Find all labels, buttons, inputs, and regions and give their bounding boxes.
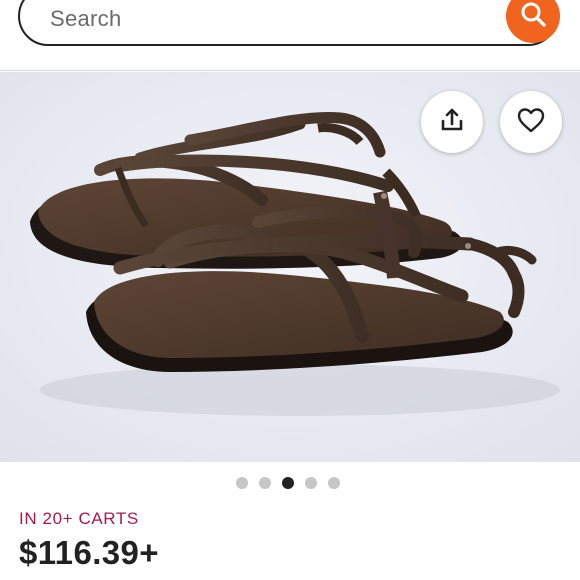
cart-count-badge: IN 20+ CARTS [19,509,139,528]
heart-icon [516,106,546,139]
share-button[interactable] [421,91,483,153]
carousel-dot-2[interactable] [259,477,271,489]
header-divider [0,70,580,71]
search-input[interactable]: Search [18,0,558,46]
product-image[interactable] [0,72,580,462]
carousel-dot-1[interactable] [236,477,248,489]
search-bar-container: Search [18,0,564,52]
carousel-dot-4[interactable] [305,477,317,489]
product-price: $116.39+ [19,534,159,571]
favorite-button[interactable] [500,91,562,153]
share-icon [439,107,465,138]
sandals-illustration [0,72,580,462]
carousel-dot-3-active[interactable] [282,477,294,489]
image-carousel-indicator [236,477,340,489]
carousel-dot-5[interactable] [328,477,340,489]
search-placeholder: Search [50,6,122,31]
search-icon [519,0,547,33]
